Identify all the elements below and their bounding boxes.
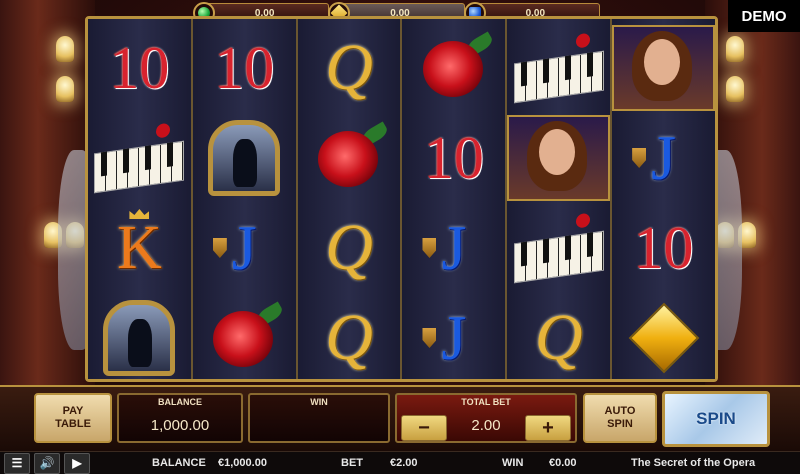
rose-symbol-icon bbox=[402, 23, 505, 113]
lamp-icon bbox=[726, 76, 744, 102]
status-win-label: WIN bbox=[502, 457, 524, 469]
symbol-cell: J bbox=[612, 113, 715, 203]
symbol-ten: 10 bbox=[214, 34, 275, 101]
symbol-cell: J bbox=[402, 203, 505, 293]
right-theater-column bbox=[702, 0, 800, 390]
symbol-cell: Q bbox=[507, 293, 610, 379]
reel-5: Q bbox=[507, 19, 613, 379]
reel-2: 10 J bbox=[192, 19, 298, 379]
symbol-cell: Q bbox=[298, 23, 401, 113]
increase-bet-button[interactable]: + bbox=[525, 415, 571, 441]
symbol-cell: Q bbox=[298, 203, 401, 293]
symbol-j: J bbox=[441, 302, 467, 373]
symbol-q: Q bbox=[534, 301, 583, 374]
status-balance-value: €1,000.00 bbox=[218, 457, 267, 469]
lamp-icon bbox=[726, 36, 744, 62]
symbol-cell: 10 bbox=[193, 23, 296, 113]
total-bet-label: TOTAL BET bbox=[461, 397, 511, 407]
symbol-ten: 10 bbox=[109, 34, 170, 101]
mirror-symbol-icon bbox=[193, 113, 296, 203]
game-title: The Secret of the Opera bbox=[631, 457, 756, 469]
rose-symbol-icon bbox=[298, 113, 401, 203]
status-bet-label: BET bbox=[341, 457, 363, 469]
reel-3: QQQ bbox=[297, 19, 403, 379]
total-bet-display: TOTAL BET − 2.00 + bbox=[395, 393, 577, 443]
balance-label: BALANCE bbox=[158, 397, 202, 407]
symbol-cell: K bbox=[88, 203, 191, 293]
piano-symbol-icon bbox=[88, 113, 191, 203]
mirror-symbol-icon bbox=[88, 293, 191, 379]
symbol-cell: J bbox=[193, 203, 296, 293]
crown-icon bbox=[129, 209, 150, 219]
symbol-cell: 10 bbox=[88, 23, 191, 113]
balance-display: BALANCE 1,000.00 bbox=[117, 393, 243, 443]
rose-symbol-icon bbox=[193, 293, 296, 379]
lamp-icon bbox=[56, 76, 74, 102]
shield-icon bbox=[422, 238, 437, 258]
win-label: WIN bbox=[310, 397, 328, 407]
symbol-j: J bbox=[231, 212, 257, 283]
symbol-q: Q bbox=[325, 301, 373, 374]
symbol-cell: J bbox=[402, 293, 505, 379]
menu-icon[interactable]: ☰ bbox=[4, 452, 30, 474]
status-win-value: €0.00 bbox=[549, 457, 577, 469]
symbol-q: Q bbox=[325, 211, 373, 284]
left-theater-column bbox=[0, 0, 98, 390]
symbol-j: J bbox=[441, 212, 467, 283]
symbol-ten: 10 bbox=[633, 214, 694, 281]
game-stage: 0.00 0.00 0.00 DEMO 10 K 10 J Q Q Q 10 J J Q J 10 PA… bbox=[0, 0, 800, 474]
symbol-k: K bbox=[117, 213, 162, 282]
piano-symbol-icon bbox=[507, 203, 610, 293]
symbol-cell: Q bbox=[298, 293, 401, 379]
symbol-cell: 10 bbox=[402, 113, 505, 203]
balance-value: 1,000.00 bbox=[150, 417, 210, 434]
shield-icon bbox=[422, 328, 437, 348]
pay-table-button[interactable]: PAY TABLE bbox=[34, 393, 112, 443]
lady-symbol-icon bbox=[612, 23, 715, 113]
reel-6: J 10 bbox=[612, 19, 715, 379]
status-balance-label: BALANCE bbox=[152, 457, 206, 469]
shield-icon bbox=[632, 148, 647, 168]
sound-icon[interactable]: 🔊 bbox=[34, 452, 60, 474]
symbol-q: Q bbox=[325, 31, 373, 104]
auto-spin-button[interactable]: AUTO SPIN bbox=[583, 393, 657, 443]
lamp-icon bbox=[56, 36, 74, 62]
symbol-j: J bbox=[651, 122, 676, 193]
demo-badge: DEMO bbox=[728, 0, 800, 32]
piano-symbol-icon bbox=[507, 23, 610, 113]
reel-1: 10 K bbox=[88, 19, 193, 379]
lady-symbol-icon bbox=[507, 113, 611, 203]
reel-grid[interactable]: 10 K 10 J Q Q Q 10 J J Q J 10 bbox=[85, 16, 718, 382]
reel-4: 10 J J bbox=[402, 19, 508, 379]
diamond-symbol-icon bbox=[612, 293, 715, 379]
video-icon[interactable]: ▶ bbox=[64, 452, 90, 474]
spin-button[interactable]: SPIN bbox=[662, 391, 770, 447]
status-bar: ☰ 🔊 ▶ BALANCE €1,000.00 BET €2.00 WIN €0… bbox=[0, 451, 800, 474]
shield-icon bbox=[212, 238, 227, 258]
symbol-cell: 10 bbox=[612, 203, 715, 293]
symbol-ten: 10 bbox=[423, 124, 484, 191]
win-display: WIN bbox=[248, 393, 390, 443]
status-bet-value: €2.00 bbox=[390, 457, 418, 469]
